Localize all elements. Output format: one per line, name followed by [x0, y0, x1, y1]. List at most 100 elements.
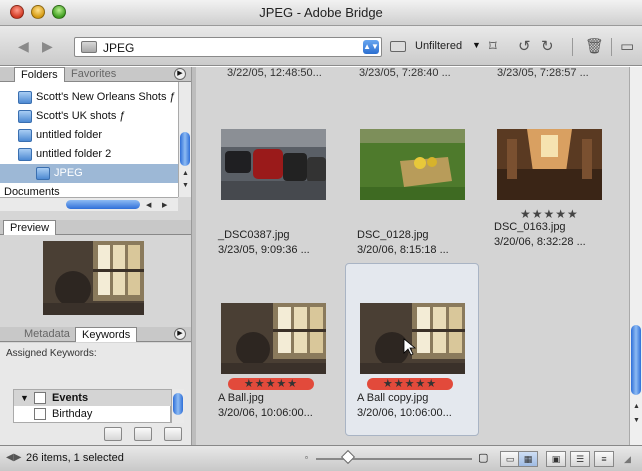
thumbnail-item[interactable]: ★★★★★ A Ball.jpg 3/20/06, 10:06:00... — [218, 299, 348, 429]
keywords-vscrollbar[interactable] — [171, 389, 184, 423]
view-versions-button[interactable]: ≡ — [594, 451, 614, 467]
thumbnail-image — [221, 303, 326, 374]
color-label-red[interactable]: ★★★★★ — [228, 378, 314, 390]
keyword-label: Events — [52, 392, 89, 404]
new-folder-icon[interactable]: ⌑ — [489, 37, 497, 55]
item-name: DSC_0128.jpg — [357, 229, 429, 241]
compact-mode-icon[interactable]: ▭ — [620, 37, 634, 55]
preview-tabs: Preview — [0, 220, 191, 235]
item-date: 3/23/05, 7:28:57 ... — [497, 67, 589, 79]
filter-icon[interactable] — [390, 41, 406, 52]
item-name: A Ball.jpg — [218, 392, 264, 404]
thumbnail-item[interactable]: DSC_0128.jpg 3/20/06, 8:15:18 ... — [357, 125, 487, 256]
folder-label: JPEG — [54, 167, 83, 179]
tab-folders[interactable]: Folders — [14, 67, 65, 82]
thumbnail-image — [221, 129, 326, 200]
item-date: 3/20/06, 8:15:18 ... — [357, 244, 449, 256]
star-rating[interactable]: ★★★★★ — [244, 378, 298, 390]
scroll-thumb[interactable] — [180, 132, 190, 166]
scroll-right-icon[interactable]: ▶ — [162, 201, 167, 209]
view-filmstrip-alt-button[interactable]: ▣ — [546, 451, 566, 467]
item-name: DSC_0163.jpg — [494, 221, 566, 233]
thumbnail-item[interactable]: _DSC0387.jpg 3/23/05, 9:09:36 ... — [218, 125, 348, 256]
toolbar-divider — [611, 38, 612, 56]
scroll-thumb[interactable] — [173, 393, 183, 415]
scroll-up-icon[interactable]: ▲ — [182, 170, 189, 177]
toolbar: ◀ ▶ JPEG ▲▼ Unfiltered ▼ ⌑ ↺ ↻ 🗑 ▭ — [0, 26, 642, 66]
scroll-left-icon[interactable]: ◀ — [146, 201, 151, 209]
folder-icon — [81, 41, 97, 53]
back-arrow-icon[interactable]: ◀ — [18, 38, 29, 55]
folder-item[interactable]: untitled folder — [0, 126, 178, 145]
item-name: A Ball copy.jpg — [357, 392, 429, 404]
rotate-left-icon[interactable]: ↺ — [518, 37, 531, 55]
status-text: 26 items, 1 selected — [26, 452, 124, 464]
folder-label: untitled folder — [36, 129, 103, 141]
new-keyword-button[interactable] — [134, 427, 152, 441]
chevron-updown-icon[interactable]: ▲▼ — [363, 40, 379, 54]
resize-grip-icon[interactable]: ◢ — [624, 454, 631, 465]
scroll-thumb[interactable] — [631, 325, 641, 395]
folders-vscrollbar[interactable]: ▲ ▼ — [178, 82, 191, 197]
thumbnail-item-selected[interactable]: ★★★★★ A Ball copy.jpg 3/20/06, 10:06:00.… — [357, 299, 487, 429]
star-rating[interactable]: ★★★★★ — [520, 207, 579, 221]
new-keyword-set-button[interactable] — [104, 427, 122, 441]
item-date: 3/20/06, 10:06:00... — [357, 407, 452, 419]
star-rating[interactable]: ★★★★★ — [383, 378, 437, 390]
rotate-right-icon[interactable]: ↻ — [541, 37, 554, 55]
tab-keywords[interactable]: Keywords — [75, 327, 138, 342]
thumbnail-image — [497, 129, 602, 200]
disclosure-triangle-icon[interactable]: ▼ — [20, 390, 29, 406]
view-thumbnails-button[interactable]: ▦ — [518, 451, 538, 467]
delete-keyword-button[interactable] — [164, 427, 182, 441]
folder-label: untitled folder 2 — [36, 148, 112, 160]
folder-item[interactable]: Scott's New Orleans Shots ƒ — [0, 88, 178, 107]
folder-label: Documents — [4, 186, 60, 197]
preview-panel — [0, 235, 191, 321]
keyword-checkbox[interactable] — [34, 392, 46, 404]
thumbnail-size-slider[interactable] — [316, 458, 472, 460]
folder-icon — [36, 167, 50, 180]
assigned-keywords-label: Assigned Keywords: — [6, 348, 97, 359]
color-label-red[interactable]: ★★★★★ — [367, 378, 453, 390]
folder-item[interactable]: Scott's UK shots ƒ — [0, 107, 178, 126]
view-filmstrip-button[interactable]: ▭ — [500, 451, 520, 467]
thumbnail-item[interactable]: ★★★★★ DSC_0163.jpg 3/20/06, 8:32:28 ... — [494, 125, 624, 255]
window-title: JPEG - Adobe Bridge — [259, 5, 383, 20]
forward-arrow-icon[interactable]: ▶ — [42, 38, 53, 55]
tab-preview[interactable]: Preview — [3, 220, 57, 235]
title-bar: JPEG - Adobe Bridge — [0, 0, 642, 26]
panel-menu-icon[interactable]: ▶ — [174, 328, 186, 340]
folder-label: Scott's UK shots ƒ — [36, 110, 126, 122]
zoom-out-icon[interactable]: ▫ — [305, 453, 308, 462]
metadata-keyword-tabs: Metadata Keywords ▶ — [0, 327, 191, 342]
keyword-checkbox[interactable] — [34, 408, 46, 420]
thumbnail-image — [360, 303, 465, 374]
toolbar-divider — [572, 38, 573, 56]
folder-item-selected[interactable]: JPEG — [0, 164, 178, 183]
view-details-button[interactable]: ☰ — [570, 451, 590, 467]
trash-icon[interactable]: 🗑 — [585, 37, 604, 55]
scroll-thumb[interactable] — [66, 200, 140, 209]
panel-toggle-icon[interactable]: ◀▶ — [6, 452, 21, 463]
filter-dropdown[interactable]: Unfiltered — [415, 40, 462, 52]
zoom-in-icon[interactable]: ▢ — [478, 451, 488, 464]
path-dropdown[interactable]: JPEG ▲▼ — [74, 37, 382, 57]
scroll-down-icon[interactable]: ▼ — [182, 182, 189, 189]
folder-item[interactable]: Documents — [0, 183, 178, 197]
folder-item[interactable]: untitled folder 2 — [0, 145, 178, 164]
keyword-group-row[interactable]: ▼ Events — [14, 390, 172, 406]
scroll-down-icon[interactable]: ▼ — [633, 417, 640, 424]
tab-favorites[interactable]: Favorites — [65, 67, 122, 82]
scroll-up-icon[interactable]: ▲ — [633, 403, 640, 410]
item-name: _DSC0387.jpg — [218, 229, 290, 241]
tab-metadata[interactable]: Metadata — [18, 327, 76, 342]
folders-hscrollbar[interactable]: ◀ ▶ — [0, 197, 178, 211]
keyword-row[interactable]: Birthday — [14, 406, 172, 422]
panel-menu-icon[interactable]: ▶ — [174, 68, 186, 80]
chevron-down-icon[interactable]: ▼ — [472, 40, 481, 50]
slider-knob[interactable] — [340, 449, 356, 465]
folder-icon — [18, 148, 32, 161]
content-vscrollbar[interactable]: ▲ ▼ — [629, 67, 642, 445]
folder-icon — [18, 91, 32, 104]
